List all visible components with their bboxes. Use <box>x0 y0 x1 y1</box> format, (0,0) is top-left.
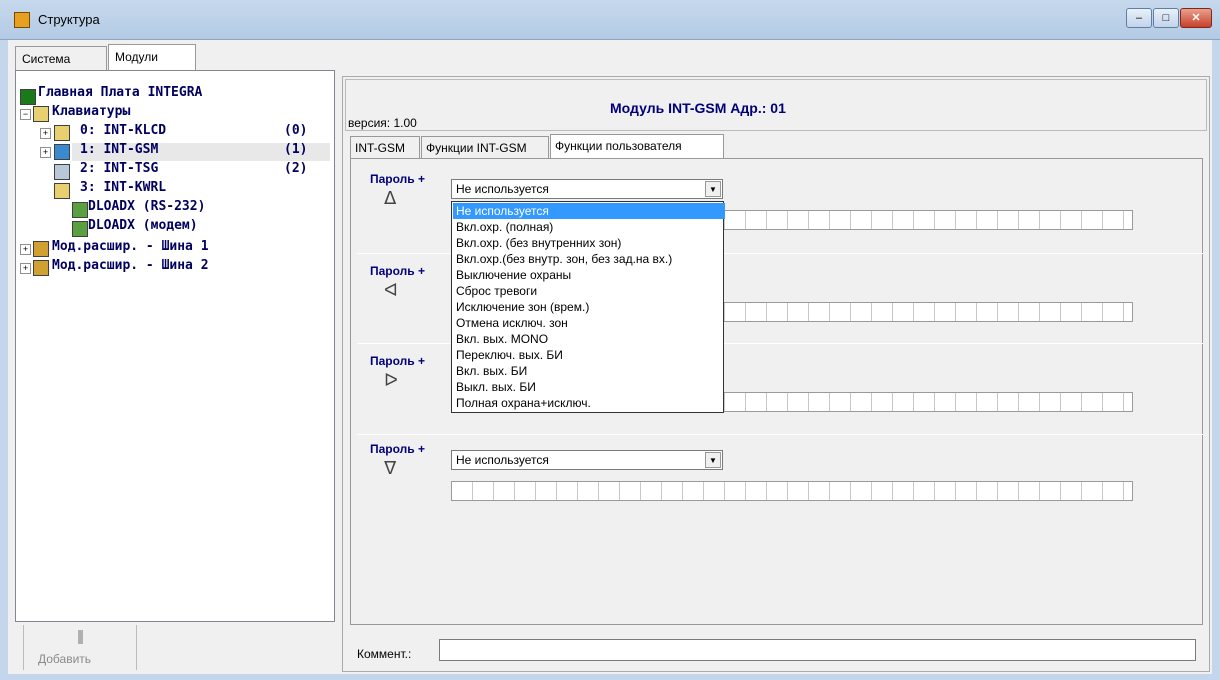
arrow-up-icon: ᐃ <box>384 188 397 208</box>
module-tree[interactable]: Главная Плата INTEGRA − Клавиатуры + 0: … <box>15 70 335 622</box>
function-select-up[interactable]: Не используется ▼ <box>451 179 723 199</box>
expand-icon[interactable]: + <box>40 147 51 158</box>
comment-label: Коммент.: <box>357 647 412 661</box>
close-button[interactable]: ✕ <box>1180 8 1212 28</box>
tree-item-int-klcd[interactable]: 0: INT-KLCD <box>80 123 166 138</box>
arrow-down-icon: ᐁ <box>384 458 397 478</box>
keypad-icon <box>54 183 70 199</box>
expand-icon[interactable]: + <box>20 244 31 255</box>
tab-moduli[interactable]: Модули <box>108 44 196 71</box>
maximize-button[interactable]: □ <box>1153 8 1179 28</box>
module-title: Модуль INT-GSM Адр.: 01 <box>610 100 786 116</box>
computer-icon <box>72 202 88 218</box>
function-select-value: Не используется <box>456 453 549 467</box>
arrow-left-icon: ᐊ <box>384 280 398 300</box>
gsm-module-icon <box>54 144 70 160</box>
function-dropdown-list[interactable]: Не используется Вкл.охр. (полная) Вкл.ох… <box>451 201 725 413</box>
splitter[interactable] <box>335 76 342 672</box>
password-label: Пароль + <box>370 354 426 368</box>
expand-icon[interactable]: + <box>20 263 31 274</box>
tree-expanders-bus2[interactable]: Мод.расшир. - Шина 2 <box>52 258 209 273</box>
expander-icon <box>33 241 49 257</box>
module-version: версия: 1.00 <box>348 116 417 130</box>
minimize-button[interactable]: – <box>1126 8 1152 28</box>
tree-item-int-tsg[interactable]: 2: INT-TSG <box>80 161 158 176</box>
chevron-down-icon[interactable]: ▼ <box>705 452 721 468</box>
tab-user-functions[interactable]: Функции пользователя <box>550 134 724 159</box>
password-label: Пароль + <box>370 442 426 456</box>
window-frame-left <box>0 40 8 680</box>
dropdown-option[interactable]: Переключ. вых. БИ <box>453 347 725 363</box>
expander-icon <box>33 260 49 276</box>
tree-item-number: (2) <box>284 161 308 176</box>
tab-sistema[interactable]: Система <box>15 46 107 70</box>
add-button-label: Добавить <box>38 652 92 666</box>
dropdown-option[interactable]: Не используется <box>453 203 725 219</box>
tree-item-dloadx-rs232[interactable]: DLOADX (RS-232) <box>88 199 205 214</box>
tree-expanders-bus1[interactable]: Мод.расшир. - Шина 1 <box>52 239 209 254</box>
tree-root[interactable]: Главная Плата INTEGRA <box>38 85 202 100</box>
dropdown-option[interactable]: Вкл.охр. (полная) <box>453 219 725 235</box>
tree-item-int-gsm[interactable]: 1: INT-GSM <box>80 142 158 157</box>
chevron-down-icon[interactable]: ▼ <box>705 181 721 197</box>
title-bar <box>0 0 1220 40</box>
touchscreen-icon <box>54 164 70 180</box>
tree-item-int-kwrl[interactable]: 3: INT-KWRL <box>80 180 166 195</box>
window-frame-right <box>1212 40 1220 680</box>
tree-item-number: (0) <box>284 123 308 138</box>
dropdown-option[interactable]: Вкл.охр.(без внутр. зон, без зад.на вх.) <box>453 251 725 267</box>
dropdown-option[interactable]: Вкл.охр. (без внутренних зон) <box>453 235 725 251</box>
password-label: Пароль + <box>370 172 426 186</box>
dropdown-option[interactable]: Исключение зон (врем.) <box>453 299 725 315</box>
dropdown-option[interactable]: Вкл. вых. MONO <box>453 331 725 347</box>
window-title: Структура <box>38 12 100 27</box>
keypad-icon <box>54 125 70 141</box>
tree-group-keypads[interactable]: Клавиатуры <box>52 104 130 119</box>
dropdown-option[interactable]: Сброс тревоги <box>453 283 725 299</box>
dropdown-option[interactable]: Вкл. вых. БИ <box>453 363 725 379</box>
window-frame-bottom <box>0 674 1220 680</box>
app-icon <box>14 12 30 28</box>
row-separator <box>357 434 1203 435</box>
dropdown-option[interactable]: Выключение охраны <box>453 267 725 283</box>
tree-item-number: (1) <box>284 142 308 157</box>
dropdown-option[interactable]: Выкл. вых. БИ <box>453 379 725 395</box>
code-cells-down[interactable] <box>451 481 1133 501</box>
keypad-icon <box>33 106 49 122</box>
password-label: Пароль + <box>370 264 426 278</box>
dropdown-option[interactable]: Отмена исключ. зон <box>453 315 725 331</box>
collapse-icon[interactable]: − <box>20 109 31 120</box>
tree-item-dloadx-modem[interactable]: DLOADX (модем) <box>88 218 198 233</box>
add-icon <box>78 630 83 644</box>
computer-icon <box>72 221 88 237</box>
tab-int-gsm[interactable]: INT-GSM <box>350 136 420 158</box>
dropdown-option[interactable]: Полная охрана+исключ. <box>453 395 725 411</box>
function-select-down[interactable]: Не используется ▼ <box>451 450 723 470</box>
tab-functions-int-gsm[interactable]: Функции INT-GSM <box>421 136 549 158</box>
expand-icon[interactable]: + <box>40 128 51 139</box>
arrow-right-icon: ᐅ <box>384 370 398 390</box>
comment-input[interactable] <box>439 639 1196 661</box>
function-select-value: Не используется <box>456 182 549 196</box>
board-icon <box>20 89 36 105</box>
